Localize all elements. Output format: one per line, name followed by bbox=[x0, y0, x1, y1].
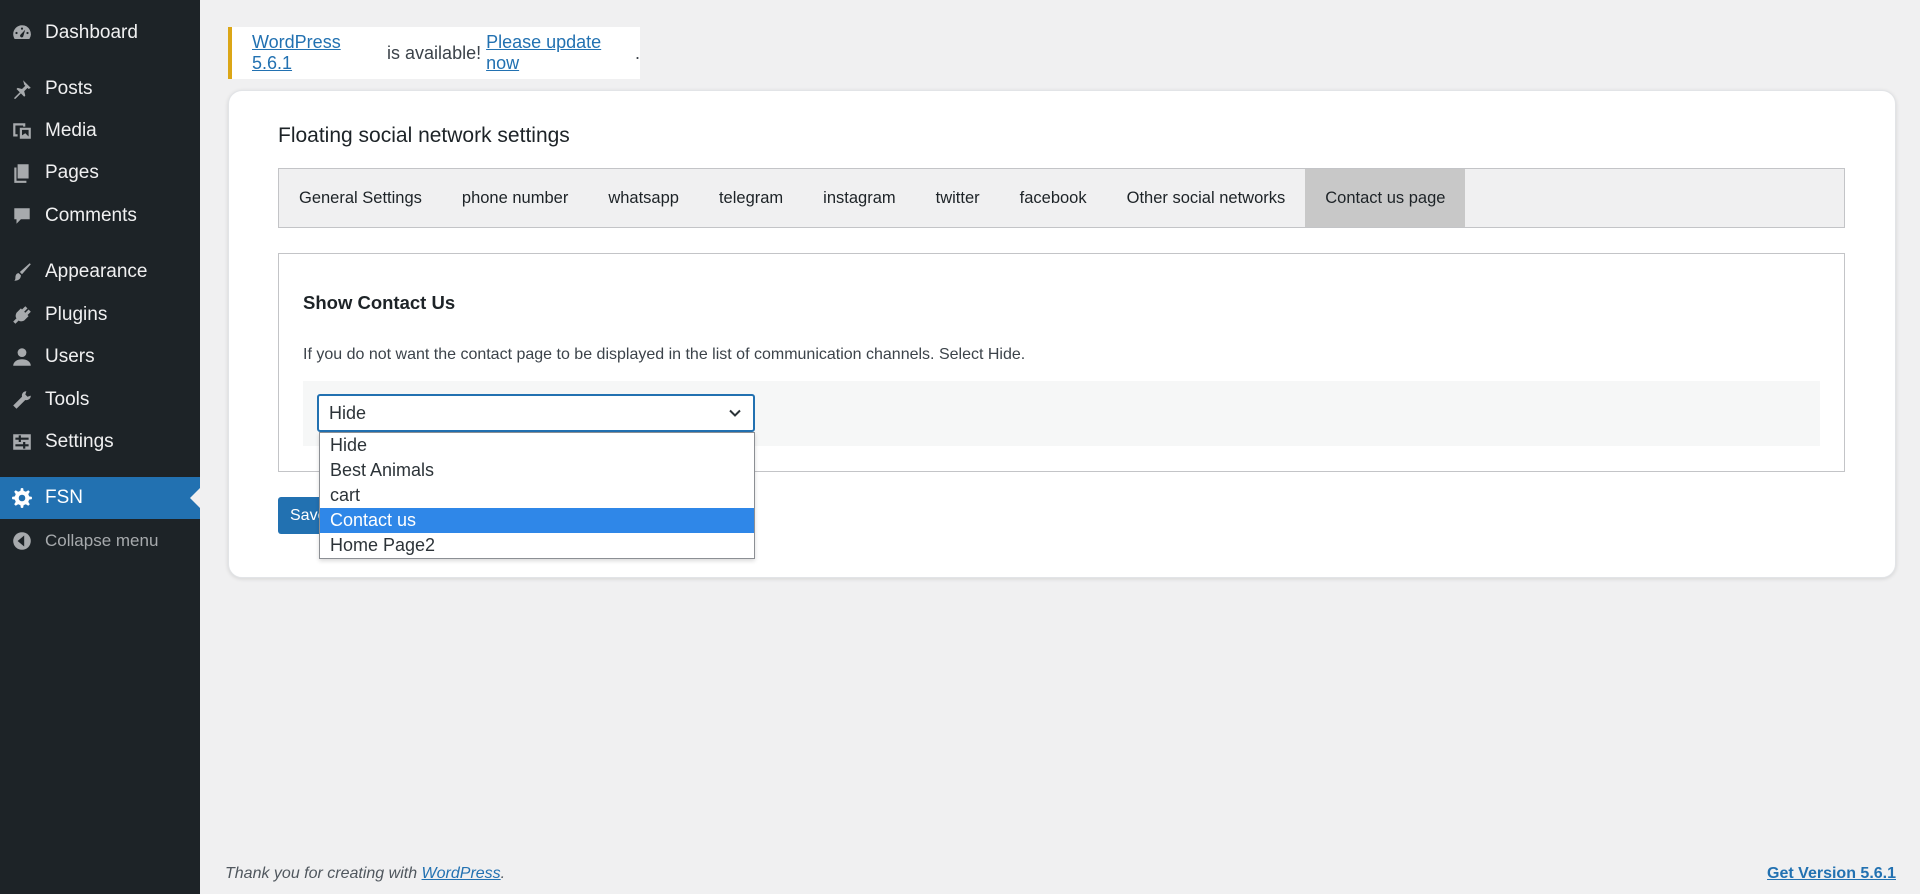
collapse-menu-button[interactable]: Collapse menu bbox=[0, 520, 200, 562]
sidebar-item-label: Collapse menu bbox=[45, 531, 159, 550]
page-title: Floating social network settings bbox=[278, 124, 570, 147]
select-dropdown-list: Hide Best Animals cart Contact us Home P… bbox=[319, 432, 755, 559]
option-hide[interactable]: Hide bbox=[320, 433, 754, 458]
sidebar-item-fsn[interactable]: FSN bbox=[0, 477, 200, 519]
gear-icon bbox=[10, 486, 34, 510]
collapse-arrow-icon bbox=[10, 529, 34, 553]
sidebar-item-plugins[interactable]: Plugins bbox=[0, 294, 200, 336]
select-value: Hide bbox=[329, 402, 367, 423]
plug-icon bbox=[10, 303, 34, 327]
tab-telegram[interactable]: telegram bbox=[699, 169, 803, 227]
user-icon bbox=[10, 345, 34, 369]
sidebar-item-label: Dashboard bbox=[45, 22, 138, 43]
tab-general-settings[interactable]: General Settings bbox=[279, 169, 442, 227]
sidebar-item-comments[interactable]: Comments bbox=[0, 195, 200, 237]
chevron-down-icon bbox=[729, 409, 741, 417]
tab-contact-us-page[interactable]: Contact us page bbox=[1305, 169, 1466, 227]
update-notice: WordPress 5.6.1 is available! Please upd… bbox=[228, 27, 640, 79]
wordpress-link[interactable]: WordPress bbox=[422, 865, 501, 882]
settings-sliders-icon bbox=[10, 430, 34, 454]
media-icon bbox=[10, 119, 34, 143]
sidebar-item-posts[interactable]: Posts bbox=[0, 68, 200, 110]
update-now-link[interactable]: Please update now bbox=[486, 32, 635, 74]
sidebar-item-users[interactable]: Users bbox=[0, 336, 200, 378]
sidebar-item-appearance[interactable]: Appearance bbox=[0, 251, 200, 293]
sidebar-item-label: Posts bbox=[45, 78, 93, 99]
sidebar-item-label: Settings bbox=[45, 431, 114, 452]
sidebar-item-label: Pages bbox=[45, 162, 99, 183]
tab-other-social-networks[interactable]: Other social networks bbox=[1107, 169, 1306, 227]
pages-icon bbox=[10, 161, 34, 185]
brush-icon bbox=[10, 260, 34, 284]
wrench-icon bbox=[10, 388, 34, 412]
settings-tabs: General Settings phone number whatsapp t… bbox=[278, 168, 1845, 228]
comment-icon bbox=[10, 204, 34, 228]
tab-facebook[interactable]: facebook bbox=[1000, 169, 1107, 227]
sidebar-item-label: Media bbox=[45, 120, 97, 141]
wordpress-version-link[interactable]: WordPress 5.6.1 bbox=[252, 32, 382, 74]
pin-icon bbox=[10, 77, 34, 101]
sidebar-item-label: FSN bbox=[45, 487, 83, 508]
footer-thanks-prefix: Thank you for creating with bbox=[225, 865, 422, 882]
sidebar-item-label: Appearance bbox=[45, 261, 148, 282]
sidebar-item-tools[interactable]: Tools bbox=[0, 379, 200, 421]
footer-thanks-suffix: . bbox=[500, 865, 506, 882]
option-home-page2[interactable]: Home Page2 bbox=[320, 533, 754, 558]
tab-phone-number[interactable]: phone number bbox=[442, 169, 588, 227]
section-description: If you do not want the contact page to b… bbox=[303, 346, 1026, 363]
sidebar-item-pages[interactable]: Pages bbox=[0, 152, 200, 194]
sidebar-item-label: Comments bbox=[45, 205, 137, 226]
option-contact-us[interactable]: Contact us bbox=[320, 508, 754, 533]
sidebar-item-settings[interactable]: Settings bbox=[0, 421, 200, 463]
notice-period: . bbox=[634, 42, 640, 63]
notice-text: is available! bbox=[382, 42, 487, 63]
option-best-animals[interactable]: Best Animals bbox=[320, 458, 754, 483]
tab-instagram[interactable]: instagram bbox=[803, 169, 915, 227]
tab-twitter[interactable]: twitter bbox=[916, 169, 1000, 227]
sidebar-item-label: Users bbox=[45, 346, 95, 367]
section-title: Show Contact Us bbox=[303, 292, 456, 313]
sidebar-item-dashboard[interactable]: Dashboard bbox=[0, 12, 200, 54]
footer-thanks: Thank you for creating with WordPress. bbox=[225, 865, 505, 883]
get-version-link[interactable]: Get Version 5.6.1 bbox=[1767, 865, 1896, 883]
tab-whatsapp[interactable]: whatsapp bbox=[588, 169, 699, 227]
show-contact-select[interactable]: Hide bbox=[317, 394, 755, 432]
option-cart[interactable]: cart bbox=[320, 483, 754, 508]
dashboard-icon bbox=[10, 21, 34, 45]
sidebar-item-media[interactable]: Media bbox=[0, 110, 200, 152]
admin-sidebar: Dashboard Posts Media Pages Comments App… bbox=[0, 0, 200, 894]
sidebar-item-label: Plugins bbox=[45, 304, 108, 325]
sidebar-item-label: Tools bbox=[45, 389, 90, 410]
